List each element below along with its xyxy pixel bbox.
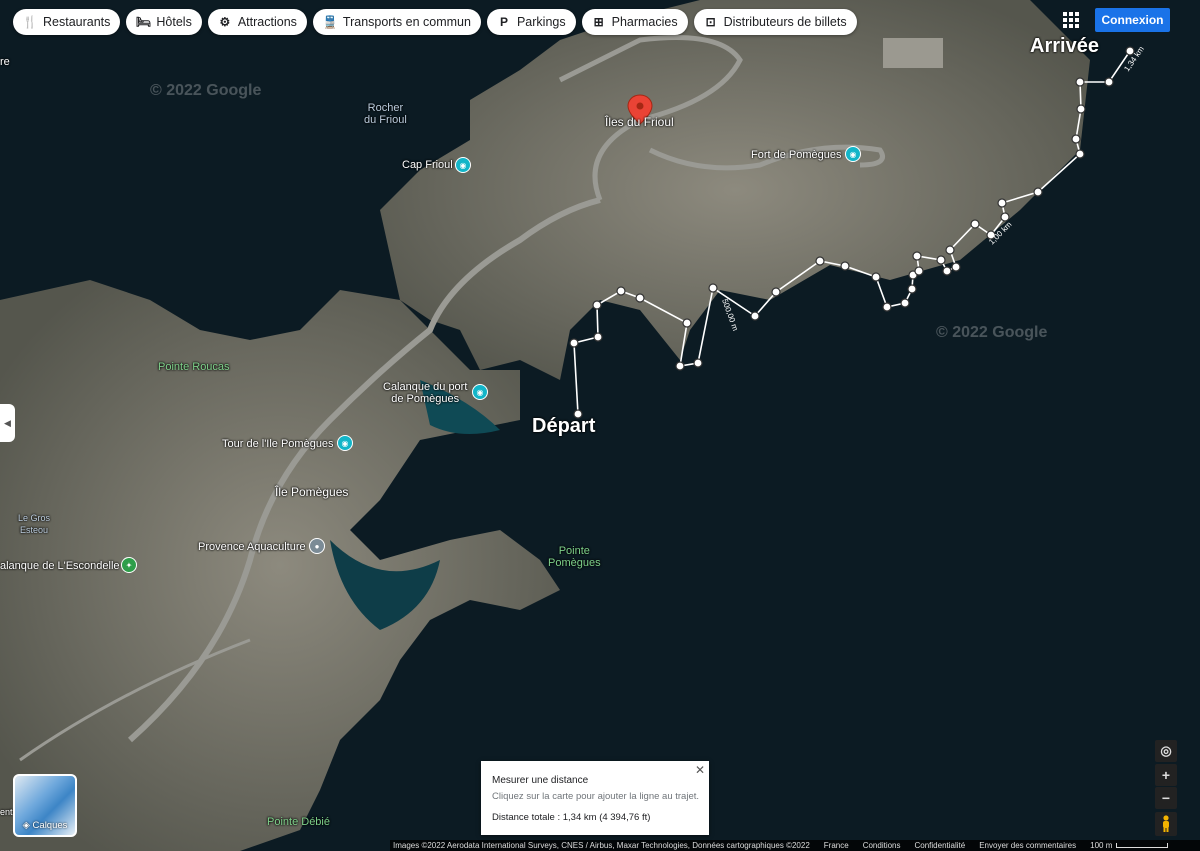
parking-icon: P: [499, 15, 508, 29]
chip-label: Attractions: [237, 15, 297, 29]
attractions-icon: ⚙: [219, 15, 231, 29]
map-label-fort-pomegues[interactable]: Fort de Pomègues: [751, 149, 842, 161]
pharmacy-icon: ⊞: [593, 15, 604, 29]
layers-button[interactable]: ◈ Calques: [13, 774, 77, 837]
map-label-rocher-frioul: Rocher du Frioul: [364, 102, 407, 126]
measure-title: Mesurer une distance: [492, 775, 589, 786]
hotel-icon: 🛏: [135, 15, 152, 29]
map-label-calanque-port[interactable]: Calanque du port de Pomègues: [383, 381, 467, 405]
map-watermark: © 2022 Google: [150, 82, 262, 99]
chip-label: Hôtels: [156, 15, 192, 29]
chevron-left-icon: ◀: [4, 417, 11, 428]
footer-country[interactable]: France: [824, 841, 849, 850]
camera-poi-icon[interactable]: ◉: [845, 146, 861, 162]
apps-grid-icon[interactable]: [1063, 12, 1079, 28]
close-icon[interactable]: ✕: [695, 763, 705, 777]
footer-terms-link[interactable]: Conditions: [863, 841, 901, 850]
collapse-panel-button[interactable]: ◀: [0, 404, 15, 442]
map-label-calanque-escondelle[interactable]: alanque de L'Escondelle: [0, 560, 120, 572]
camera-poi-icon[interactable]: ◉: [455, 157, 471, 173]
chip-parking[interactable]: P Parkings: [486, 9, 576, 35]
map-label-edge: re: [0, 56, 10, 68]
map-label-iles-frioul[interactable]: Îles du Frioul: [605, 116, 674, 128]
category-chips: 🍴 Restaurants 🛏 Hôtels ⚙ Attractions 🚆 Trans…: [13, 9, 857, 35]
camera-poi-icon[interactable]: ◉: [337, 435, 353, 451]
imagery-attribution: Images ©2022 Aerodata International Surv…: [393, 841, 810, 850]
map-watermark: © 2022 Google: [936, 324, 1048, 341]
chip-attractions[interactable]: ⚙ Attractions: [207, 9, 307, 35]
zoom-out-button[interactable]: −: [1155, 787, 1177, 809]
map-label-cap-frioul[interactable]: Cap Frioul: [402, 159, 453, 171]
chip-pharmacies[interactable]: ⊞ Pharmacies: [581, 9, 688, 35]
chip-label: Parkings: [516, 15, 566, 29]
map-label-edge: ent: [0, 807, 13, 817]
map-label-provence-aquaculture[interactable]: Provence Aquaculture: [198, 541, 306, 553]
scale-control[interactable]: 100 m: [1090, 841, 1169, 850]
chip-label: Pharmacies: [611, 15, 678, 29]
layers-icon: ◈: [22, 820, 33, 831]
map-label-gros-esteou: Le Gros Esteou: [18, 513, 51, 535]
measure-distance-panel: ✕ Mesurer une distance Cliquez sur la ca…: [481, 761, 709, 835]
map-label-tour-ile[interactable]: Tour de l'Ile Pomègues: [222, 438, 334, 450]
camera-poi-icon[interactable]: ◉: [472, 384, 488, 400]
chip-atm[interactable]: ⊡ Distributeurs de billets: [693, 9, 857, 35]
scale-label: 100 m: [1090, 841, 1113, 850]
transit-icon: 🚆: [322, 15, 338, 29]
chip-hotels[interactable]: 🛏 Hôtels: [126, 9, 202, 35]
label-arrivee: Arrivée: [1030, 35, 1099, 57]
measure-total: Distance totale : 1,34 km (4 394,76 ft): [492, 812, 651, 823]
business-poi-icon[interactable]: ●: [309, 538, 325, 554]
layers-label: Calques: [32, 820, 68, 831]
footer-feedback-link[interactable]: Envoyer des commentaires: [979, 841, 1076, 850]
label-depart: Départ: [532, 415, 596, 437]
attribution-bar: Images ©2022 Aerodata International Surv…: [390, 840, 1200, 851]
chip-label: Transports en commun: [342, 15, 471, 29]
map-label-pointe-roucas[interactable]: Pointe Roucas: [158, 361, 230, 373]
restaurant-icon: 🍴: [22, 15, 38, 29]
login-button[interactable]: Connexion: [1095, 8, 1170, 32]
measure-hint: Cliquez sur la carte pour ajouter la lig…: [492, 791, 700, 802]
chip-transit[interactable]: 🚆 Transports en commun: [312, 9, 481, 35]
map-imagery: 500,00 m 1,00 km 1,34 km: [0, 0, 1200, 851]
map-label-pointe-debie[interactable]: Pointe Débié: [267, 816, 330, 828]
street-view-pegman-icon[interactable]: [1155, 812, 1177, 836]
scale-bar: [1116, 843, 1169, 848]
satellite-map[interactable]: 500,00 m 1,00 km 1,34 km: [0, 0, 1200, 851]
zoom-in-button[interactable]: +: [1155, 764, 1177, 786]
minus-icon: −: [1161, 790, 1171, 806]
chip-label: Restaurants: [43, 15, 111, 29]
chip-label: Distributeurs de billets: [723, 15, 847, 29]
footer-privacy-link[interactable]: Confidentialité: [915, 841, 966, 850]
chip-restaurants[interactable]: 🍴 Restaurants: [13, 9, 121, 35]
plus-icon: +: [1161, 767, 1171, 783]
map-label-ile-pomegues[interactable]: Île Pomègues: [275, 486, 348, 498]
map-label-pointe-pomegues[interactable]: Pointe Pomègues: [548, 545, 601, 569]
hiking-poi-icon[interactable]: ✦: [121, 557, 137, 573]
my-location-icon[interactable]: ◎: [1155, 740, 1177, 762]
atm-icon: ⊡: [705, 15, 716, 29]
